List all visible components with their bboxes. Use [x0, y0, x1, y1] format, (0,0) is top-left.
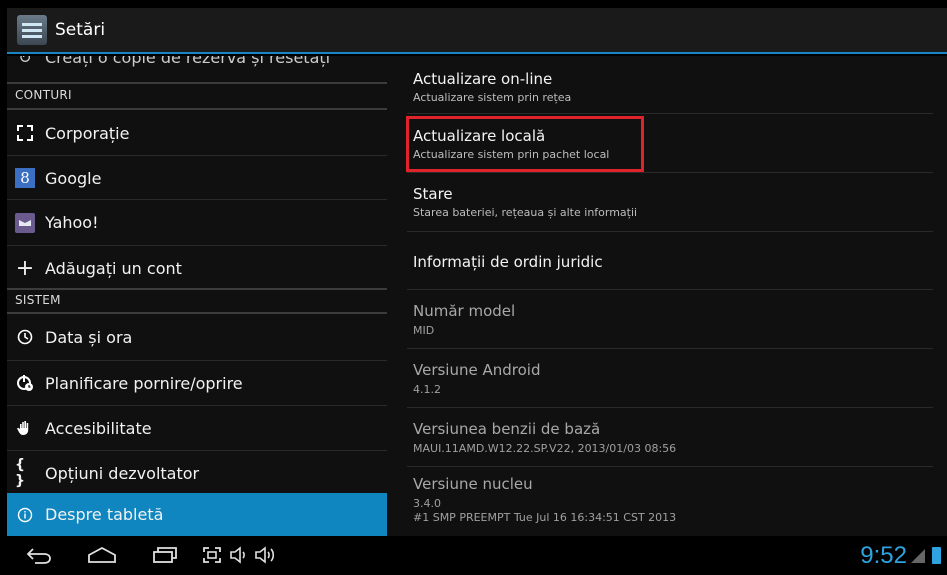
pref-android-version[interactable]: Versiune Android 4.1.2 — [407, 349, 933, 406]
sidebar-item-developer-options[interactable]: { } Opțiuni dezvoltator — [7, 451, 387, 495]
clock-icon — [15, 327, 35, 347]
settings-app-icon[interactable] — [17, 15, 47, 45]
sidebar-item-label: Opțiuni dezvoltator — [45, 463, 200, 483]
power-schedule-icon — [15, 373, 35, 393]
pref-summary: 3.4.0 — [413, 497, 441, 510]
sidebar-item-yahoo[interactable]: Yahoo! — [7, 200, 387, 245]
pref-summary: Starea bateriei, rețeaua și alte informa… — [413, 206, 638, 219]
home-icon[interactable] — [87, 546, 117, 568]
pref-online-update[interactable]: Actualizare on-line Actualizare sistem p… — [407, 56, 933, 112]
battery-icon — [932, 547, 941, 564]
section-header-accounts: CONTURI — [15, 88, 72, 102]
recent-apps-icon[interactable] — [152, 546, 178, 568]
google-icon: 8 — [15, 168, 35, 188]
sidebar-item-label: Accesibilitate — [45, 418, 152, 438]
pref-title: Stare — [413, 185, 453, 203]
pref-status[interactable]: Stare Starea bateriei, rețeaua și alte i… — [407, 173, 933, 230]
highlight-box — [406, 116, 644, 172]
back-icon[interactable] — [25, 546, 55, 568]
action-bar: Setări — [7, 8, 947, 54]
pref-title: Informații de ordin juridic — [413, 253, 603, 271]
hand-icon — [15, 418, 35, 438]
sidebar-item-label: Corporație — [45, 123, 130, 143]
sidebar-item-label: Google — [45, 168, 102, 188]
pref-summary: MID — [413, 324, 435, 337]
sidebar-item-add-account[interactable]: + Adăugați un cont — [7, 246, 387, 290]
sidebar-item-label: Planificare pornire/oprire — [45, 373, 243, 393]
pref-model-number: Număr model MID — [407, 290, 933, 347]
pref-title: Actualizare on-line — [413, 70, 553, 88]
sidebar-item-about-tablet[interactable]: Despre tabletă — [7, 493, 387, 536]
list-item-label: Creați o copie de rezervă și resetați — [45, 56, 331, 67]
sidebar-item-power-schedule[interactable]: Planificare pornire/oprire — [7, 361, 387, 405]
info-icon — [15, 505, 35, 525]
pref-title: Versiunea benzii de bază — [413, 420, 601, 438]
braces-icon: { } — [15, 457, 25, 489]
sidebar-item-label: Data și ora — [45, 327, 133, 347]
pref-summary: MAUI.11AMD.W12.22.SP.V22, 2013/01/03 08:… — [413, 442, 677, 455]
sidebar-item-accessibility[interactable]: Accesibilitate — [7, 406, 387, 450]
sidebar-item-google[interactable]: 8 Google — [7, 156, 387, 200]
sidebar-item-corporate[interactable]: Corporație — [7, 111, 387, 155]
pref-title: Versiune Android — [413, 361, 541, 379]
pref-title: Versiune nucleu — [413, 475, 533, 493]
status-clock: 9:52 — [860, 542, 907, 569]
pref-title: Număr model — [413, 302, 516, 320]
backup-restore-icon: ↻ — [18, 56, 32, 67]
signal-icon — [911, 549, 925, 563]
screenshot-icon[interactable] — [202, 546, 222, 568]
section-header-system: SISTEM — [15, 293, 61, 307]
pref-baseband-version: Versiunea benzii de bază MAUI.11AMD.W12.… — [407, 408, 933, 465]
sidebar-item-label: Despre tabletă — [45, 505, 164, 524]
pref-summary-line2: #1 SMP PREEMPT Tue Jul 16 16:34:51 CST 2… — [413, 511, 677, 524]
sidebar-item-label: Yahoo! — [45, 213, 99, 232]
sidebar-item-label: Adăugați un cont — [45, 258, 182, 278]
sidebar-item-date-time[interactable]: Data și ora — [7, 315, 387, 359]
list-item-backup-reset[interactable]: ↻ Creați o copie de rezervă și resetați — [7, 56, 387, 67]
plus-icon: + — [15, 255, 35, 281]
volume-up-icon[interactable] — [254, 546, 278, 568]
pref-kernel-version: Versiune nucleu 3.4.0 #1 SMP PREEMPT Tue… — [407, 467, 933, 536]
settings-categories-list: ↻ Creați o copie de rezervă și resetați … — [7, 56, 387, 536]
volume-down-icon[interactable] — [229, 546, 251, 568]
pref-legal-info[interactable]: Informații de ordin juridic — [407, 232, 933, 285]
page-title: Setări — [55, 20, 106, 40]
yahoo-icon — [15, 212, 35, 233]
pref-summary: 4.1.2 — [413, 383, 441, 396]
system-navigation-bar: 9:52 — [7, 536, 947, 575]
corporate-icon — [15, 123, 35, 143]
pref-summary: Actualizare sistem prin rețea — [413, 91, 572, 104]
